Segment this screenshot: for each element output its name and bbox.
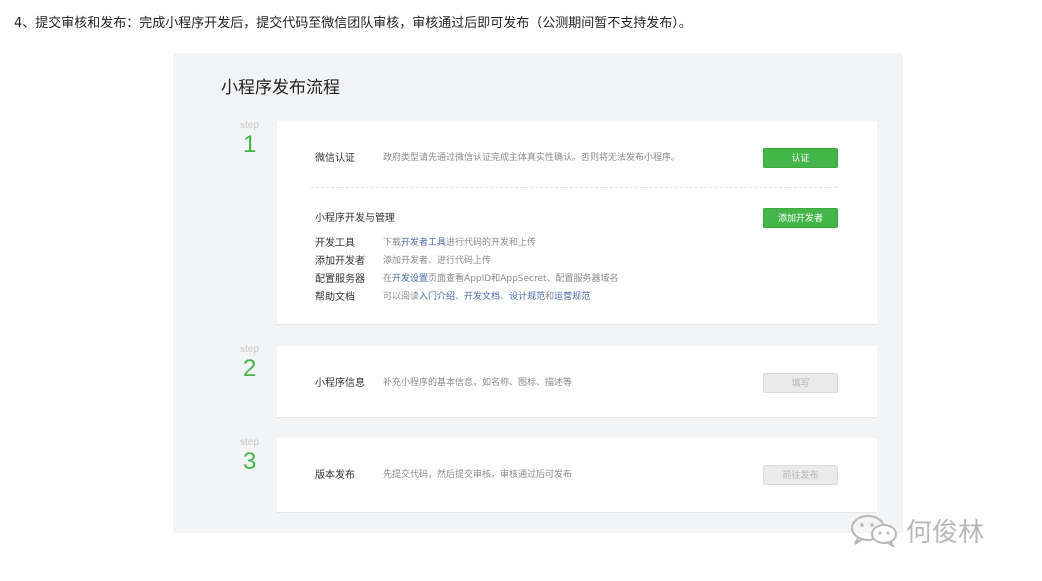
text-part: 页面查看AppID和AppSecret、配置服务器域名: [428, 274, 619, 284]
dev-settings-link[interactable]: 开发设置: [392, 274, 428, 284]
dashed-divider: [311, 187, 837, 188]
dev-tools-text: 下载开发者工具进行代码的开发和上传: [383, 235, 536, 248]
text-part: 可以阅读: [383, 292, 420, 302]
design-guide-link[interactable]: 设计规范: [509, 292, 545, 302]
text-part: 和: [545, 292, 555, 302]
add-developer-text: 添加开发者、进行代码上传: [383, 256, 492, 266]
watermark-text: 何俊林: [906, 517, 985, 548]
intro-link[interactable]: 入门介绍: [419, 292, 455, 302]
wechat-logo-icon: [851, 515, 897, 547]
step-label: step: [240, 437, 259, 448]
release-label: 版本发布: [315, 470, 355, 481]
text-part: 进行代码的开发和上传: [446, 238, 537, 248]
add-developer-label: 添加开发者: [315, 256, 365, 267]
intro-text: 4、提交审核和发布：完成小程序开发后，提交代码至微信团队审核，审核通过后即可发布…: [14, 16, 692, 31]
step-1-card: 微信认证 政府类型请先通过微信认证完成主体真实性确认。否则将无法发布小程序。 认…: [277, 121, 877, 325]
text-part: 、: [500, 292, 510, 302]
app-info-text: 补充小程序的基本信息，如名称、图标、描述等: [383, 378, 573, 388]
dev-docs-link[interactable]: 开发文档: [464, 292, 500, 302]
dev-tools-link[interactable]: 开发者工具: [401, 238, 446, 248]
go-release-button[interactable]: 前往发布: [763, 465, 838, 485]
publish-flow-panel: 小程序发布流程 step 1 微信认证 政府类型请先通过微信认证完成主体真实性确…: [173, 53, 903, 533]
step-1: step 1 微信认证 政府类型请先通过微信认证完成主体真实性确认。否则将无法发…: [173, 119, 903, 329]
step-number: 3: [243, 448, 257, 475]
step-label: step: [240, 120, 259, 131]
app-info-label: 小程序信息: [315, 378, 365, 389]
text-part: 下载: [383, 238, 402, 248]
step-2-card: 小程序信息 补充小程序的基本信息，如名称、图标、描述等 填写: [277, 346, 877, 418]
text-part: 、: [455, 292, 465, 302]
ops-guide-link[interactable]: 运营规范: [554, 292, 590, 302]
help-docs-label: 帮助文档: [315, 292, 355, 303]
server-config-text: 在开发设置页面查看AppID和AppSecret、配置服务器域名: [383, 271, 619, 284]
text-part: 在: [383, 274, 393, 284]
verify-button[interactable]: 认证: [763, 148, 838, 168]
step-3-card: 版本发布 先提交代码，然后提交审核，审核通过后可发布 前往发布: [277, 438, 877, 513]
dev-tools-label: 开发工具: [315, 238, 355, 249]
step-3: step 3 版本发布 先提交代码，然后提交审核，审核通过后可发布 前往发布: [173, 436, 903, 516]
fill-button[interactable]: 填写: [763, 373, 838, 393]
step-number: 2: [243, 355, 257, 382]
step-number: 1: [243, 131, 257, 158]
watermark: 何俊林: [848, 510, 984, 550]
server-config-label: 配置服务器: [315, 274, 365, 285]
wechat-verify-text: 政府类型请先通过微信认证完成主体真实性确认。否则将无法发布小程序。: [383, 153, 681, 163]
panel-title: 小程序发布流程: [221, 78, 340, 98]
step-label: step: [240, 344, 259, 355]
dev-manage-title: 小程序开发与管理: [315, 213, 395, 224]
wechat-verify-label: 微信认证: [315, 153, 355, 164]
step-2: step 2 小程序信息 补充小程序的基本信息，如名称、图标、描述等 填写: [173, 343, 903, 421]
add-developer-button[interactable]: 添加开发者: [763, 208, 838, 228]
release-text: 先提交代码，然后提交审核，审核通过后可发布: [383, 470, 573, 480]
help-docs-text: 可以阅读入门介绍、开发文档、设计规范和运营规范: [383, 289, 590, 302]
